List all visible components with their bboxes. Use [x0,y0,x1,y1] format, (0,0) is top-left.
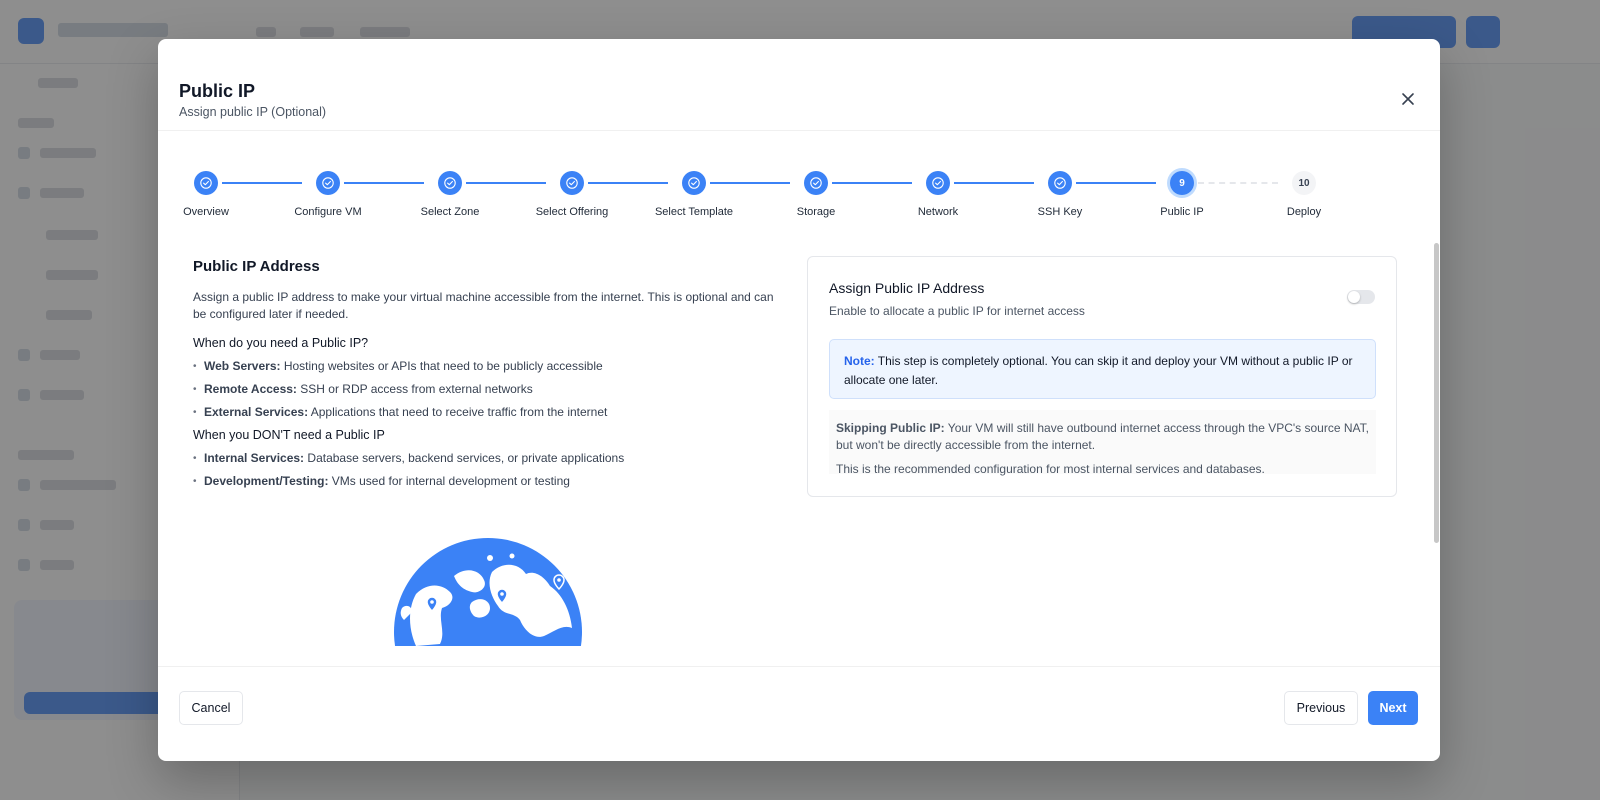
close-icon [1402,93,1414,105]
need-public-ip-heading: When do you need a Public IP? [193,336,369,350]
list-item-term: External Services: [204,405,309,419]
list-item-text: Applications that need to receive traffi… [308,405,608,419]
step-connector [466,182,546,184]
list-item: Development/Testing: VMs used for intern… [193,474,793,489]
list-item: Remote Access: SSH or RDP access from ex… [193,382,793,397]
globe-icon [394,538,582,646]
optional-note: Note: This step is completely optional. … [829,339,1376,399]
step-number-badge-active: 9 [1170,171,1194,195]
modal-scrollbar[interactable] [1434,243,1439,543]
list-item: Web Servers: Hosting websites or APIs th… [193,359,793,374]
list-item-text: VMs used for internal development or tes… [328,474,570,488]
section-title: Public IP Address [193,258,320,275]
close-button[interactable] [1398,89,1418,109]
list-item-term: Remote Access: [204,382,297,396]
step-label: Select Zone [420,206,480,218]
modal-footer: Cancel Previous Next [158,666,1440,761]
step-connector [588,182,668,184]
step-label: Deploy [1286,206,1322,218]
assign-public-ip-subtitle: Enable to allocate a public IP for inter… [829,304,1085,318]
assign-public-ip-toggle[interactable] [1347,290,1375,304]
list-item-term: Development/Testing: [204,474,329,488]
step-label: Public IP [1160,206,1204,218]
step-complete-indicator [438,171,462,195]
list-item-text: Hosting websites or APIs that need to be… [280,359,603,373]
step-connector [222,182,302,184]
step-complete-indicator [804,171,828,195]
check-circle-icon [566,177,578,189]
step-connector [344,182,424,184]
assign-public-ip-title: Assign Public IP Address [829,280,985,296]
step-label: Network [917,206,959,218]
step-connector [954,182,1034,184]
list-item-text: SSH or RDP access from external networks [296,382,533,396]
step-connector [1076,182,1156,184]
note-label: Note: [844,354,875,368]
step-label: Overview [183,206,229,218]
modal-header: Public IP Assign public IP (Optional) [158,39,1440,131]
toggle-knob [1348,291,1360,303]
dont-need-public-ip-heading: When you DON'T need a Public IP [193,428,385,442]
step-complete-indicator [682,171,706,195]
check-circle-icon [322,177,334,189]
step-connector [832,182,912,184]
skipping-info: Skipping Public IP: Your VM will still h… [829,410,1376,476]
step-label: Select Offering [535,206,609,218]
cancel-button[interactable]: Cancel [179,691,243,725]
modal-title: Public IP [179,81,256,101]
step-complete-indicator [194,171,218,195]
assign-public-ip-card: Assign Public IP Address Enable to alloc… [807,256,1397,497]
check-circle-icon [200,177,212,189]
public-ip-info-section: Public IP Address Assign a public IP add… [193,258,793,497]
previous-button[interactable]: Previous [1284,691,1358,725]
note-text: This step is completely optional. You ca… [844,354,1353,387]
step-label: Select Template [654,206,734,218]
check-circle-icon [688,177,700,189]
section-intro: Assign a public IP address to make your … [193,290,774,321]
modal-subtitle: Assign public IP (Optional) [179,105,327,119]
step-number-badge: 10 [1292,171,1316,195]
need-public-ip-list: Web Servers: Hosting websites or APIs th… [193,359,793,420]
step-complete-indicator [1048,171,1072,195]
recommendation-text: This is the recommended configuration fo… [836,462,1265,476]
check-circle-icon [444,177,456,189]
step-connector-pending [1198,182,1278,184]
list-item: Internal Services: Database servers, bac… [193,451,793,466]
list-item: External Services: Applications that nee… [193,405,793,420]
check-circle-icon [932,177,944,189]
step-label: Configure VM [294,206,362,218]
skipping-text: Skipping Public IP: Your VM will still h… [836,420,1369,454]
dont-need-public-ip-list: Internal Services: Database servers, bac… [193,451,793,489]
step-label: Storage [796,206,836,218]
step-connector [710,182,790,184]
list-item-text: Database servers, backend services, or p… [304,451,625,465]
check-circle-icon [810,177,822,189]
check-circle-icon [1054,177,1066,189]
globe-illustration [394,536,582,646]
list-item-term: Web Servers: [204,359,281,373]
skipping-label: Skipping Public IP: [836,421,945,435]
next-button[interactable]: Next [1368,691,1418,725]
list-item-term: Internal Services: [204,451,305,465]
step-complete-indicator [316,171,340,195]
step-complete-indicator [926,171,950,195]
wizard-stepper: Overview Configure VM Select Zone Select… [158,171,1440,231]
step-label: SSH Key [1037,206,1083,218]
step-complete-indicator [560,171,584,195]
